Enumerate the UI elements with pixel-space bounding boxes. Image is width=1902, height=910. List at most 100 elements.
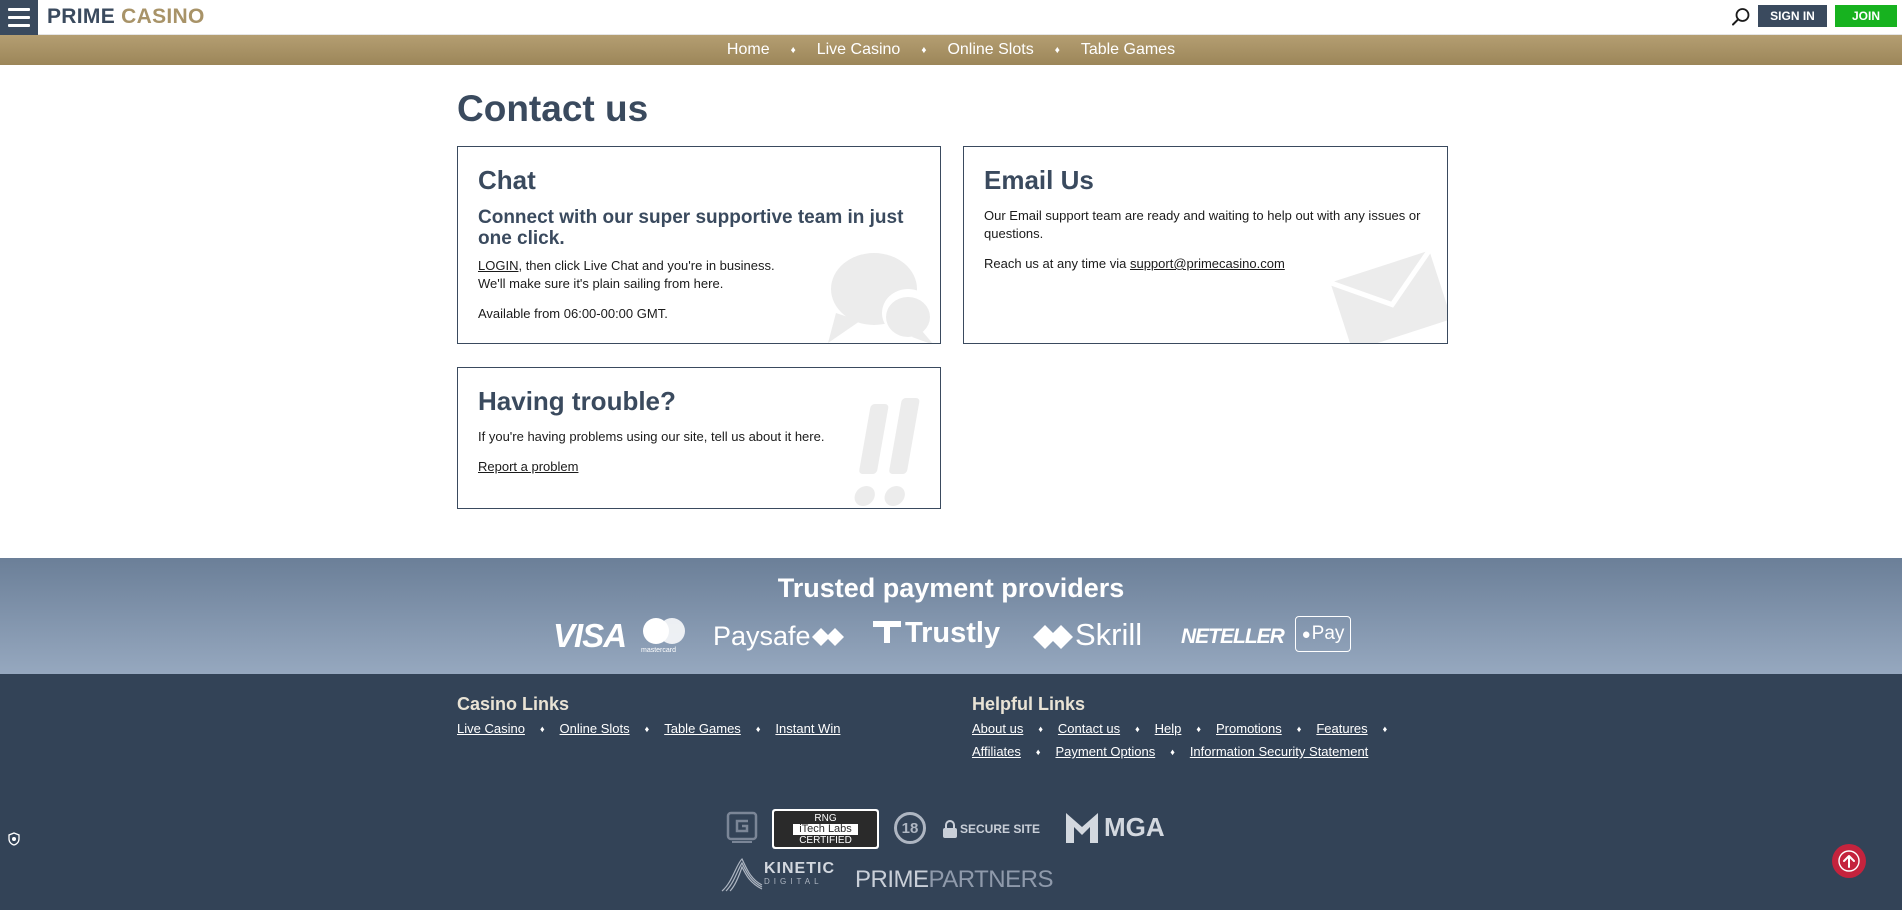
email-reach-prefix: Reach us at any time via — [984, 256, 1130, 271]
footer-link-live-casino[interactable]: Live Casino — [457, 721, 525, 736]
neteller-logo: NETELLER — [1181, 625, 1285, 648]
skrill-logo: Skrill — [1075, 617, 1143, 652]
trouble-body: If you're having problems using our site… — [478, 429, 825, 444]
footer-link-online-slots[interactable]: Online Slots — [560, 721, 630, 736]
report-problem-link[interactable]: Report a problem — [478, 459, 578, 474]
logo-prime-text: PRIME — [47, 5, 116, 28]
hamburger-menu-button[interactable] — [0, 0, 38, 35]
footer-separator-icon: ♦ — [1170, 746, 1175, 757]
itech-labs-badge[interactable]: RNG iTech Labs CERTIFIED — [772, 809, 879, 849]
email-card: Email Us Our Email support team are read… — [963, 146, 1448, 344]
chat-title: Chat — [478, 165, 536, 195]
paysafe-mark-icon — [812, 628, 844, 646]
payments-band: Trusted payment providers VISA mastercar… — [0, 558, 1902, 674]
chat-line2: We'll make sure it's plain sailing from … — [478, 276, 724, 291]
nav-home[interactable]: Home — [725, 41, 772, 59]
footer-link-promotions[interactable]: Promotions — [1216, 721, 1282, 736]
privacy-shield-icon[interactable] — [7, 832, 21, 846]
email-title: Email Us — [984, 165, 1094, 195]
paysafe-logo: Paysafe — [713, 621, 811, 651]
login-link[interactable]: LOGIN — [478, 258, 518, 273]
footer-separator-icon: ♦ — [1382, 723, 1388, 734]
mastercard-label: mastercard — [641, 647, 677, 654]
chat-line1: , then click Live Chat and you're in bus… — [518, 258, 775, 273]
footer-separator-icon: ♦ — [1038, 723, 1043, 734]
secure-site-text: SECURE SITE — [960, 822, 1041, 836]
payment-logos: VISA mastercard Paysafe Trustly Skrill N… — [553, 615, 1353, 657]
helpful-links-row1: About us ♦ Contact us ♦ Help ♦ Promotion… — [972, 721, 1472, 736]
apple-pay-logo: ● Pay — [1295, 616, 1351, 652]
helpful-links-row2: Affiliates ♦ Payment Options ♦ Informati… — [972, 744, 1472, 759]
visa-logo: VISA — [553, 617, 627, 654]
support-email-link[interactable]: support@primecasino.com — [1130, 256, 1285, 271]
itech-rng: RNG — [814, 812, 837, 824]
chat-subtitle: Connect with our super supportive team i… — [478, 207, 904, 249]
partners-prime-text: PRIME — [855, 866, 929, 893]
kinetic-wave-icon — [721, 857, 763, 892]
envelope-icon — [1330, 249, 1447, 343]
mga-mark-icon — [1066, 812, 1098, 843]
page-title: Contact us — [457, 88, 649, 129]
nav-online-slots[interactable]: Online Slots — [945, 41, 1035, 59]
chat-card: Chat Connect with our super supportive t… — [457, 146, 941, 344]
kinetic-digital-logo[interactable]: KINETIC DIGITAL — [720, 857, 835, 893]
footer-separator-icon: ♦ — [1196, 723, 1202, 734]
footer-link-information-security[interactable]: Information Security Statement — [1190, 744, 1368, 759]
footer-link-table-games[interactable]: Table Games — [664, 721, 741, 736]
chat-availability: Available from 06:00-00:00 GMT. — [478, 306, 668, 321]
nav-separator-icon: ♦ — [790, 44, 796, 56]
chat-bubble-icon — [828, 253, 934, 343]
kinetic-sub-text: DIGITAL — [764, 877, 823, 886]
footer-link-payment-options[interactable]: Payment Options — [1056, 744, 1156, 759]
age-18-text: 18 — [901, 819, 919, 837]
footer-separator-icon: ♦ — [1135, 723, 1140, 734]
nav-separator-icon: ♦ — [1054, 44, 1060, 56]
age-18-badge[interactable]: 18 — [894, 812, 926, 844]
partners-rest-text: PARTNERS — [928, 866, 1054, 893]
footer-link-contact-us[interactable]: Contact us — [1058, 721, 1120, 736]
sign-in-button[interactable]: SIGN IN — [1758, 5, 1827, 27]
trouble-card: Having trouble? If you're having problem… — [457, 367, 941, 509]
footer-link-help[interactable]: Help — [1155, 721, 1182, 736]
menu-bar — [8, 24, 30, 27]
back-to-top-button[interactable] — [1832, 844, 1866, 878]
footer-link-about-us[interactable]: About us — [972, 721, 1023, 736]
trouble-title: Having trouble? — [478, 386, 676, 416]
exclamation-icon — [854, 398, 920, 506]
menu-bar — [8, 16, 30, 19]
mga-text: MGA — [1104, 812, 1165, 842]
nav-live-casino[interactable]: Live Casino — [815, 41, 903, 59]
itech-certified: CERTIFIED — [799, 834, 852, 846]
footer-separator-icon: ♦ — [644, 723, 650, 734]
helpful-links-title: Helpful Links — [972, 694, 1086, 714]
kinetic-text: KINETIC — [764, 860, 835, 877]
chat-instructions: LOGIN, then click Live Chat and you're i… — [478, 257, 775, 293]
arrow-up-icon — [1838, 850, 1860, 872]
join-button[interactable]: JOIN — [1835, 5, 1897, 27]
footer-separator-icon: ♦ — [539, 723, 545, 734]
search-icon[interactable] — [1730, 6, 1752, 28]
gamcare-icon[interactable] — [726, 811, 758, 845]
footer-separator-icon: ♦ — [1296, 723, 1302, 734]
nav-table-games[interactable]: Table Games — [1079, 41, 1177, 59]
email-reach: Reach us at any time via support@primeca… — [984, 255, 1285, 273]
site-header: PRIME CASINO SIGN IN JOIN — [0, 0, 1902, 35]
footer-link-features[interactable]: Features — [1316, 721, 1367, 736]
casino-links: Live Casino ♦ Online Slots ♦ Table Games… — [457, 721, 907, 736]
secure-site-badge[interactable]: SECURE SITE — [942, 820, 1040, 838]
payments-title: Trusted payment providers — [777, 573, 1125, 603]
itech-name: iTech Labs — [793, 823, 858, 835]
logo-casino-text: CASINO — [121, 5, 205, 28]
casino-links-title: Casino Links — [457, 694, 570, 714]
skrill-mark-icon — [1033, 625, 1073, 649]
apple-pay-text: Pay — [1311, 623, 1345, 644]
trustly-logo: Trustly — [905, 617, 1001, 649]
footer-link-instant-win[interactable]: Instant Win — [775, 721, 840, 736]
site-footer: Casino Links Live Casino ♦ Online Slots … — [0, 674, 1902, 910]
footer-link-affiliates[interactable]: Affiliates — [972, 744, 1021, 759]
mga-badge[interactable]: MGA — [1066, 812, 1165, 843]
prime-partners-logo[interactable]: PRIMEPARTNERS — [855, 866, 1054, 894]
padlock-icon — [943, 820, 957, 838]
site-logo[interactable]: PRIME CASINO — [47, 4, 205, 30]
apple-icon: ● — [1301, 625, 1311, 643]
